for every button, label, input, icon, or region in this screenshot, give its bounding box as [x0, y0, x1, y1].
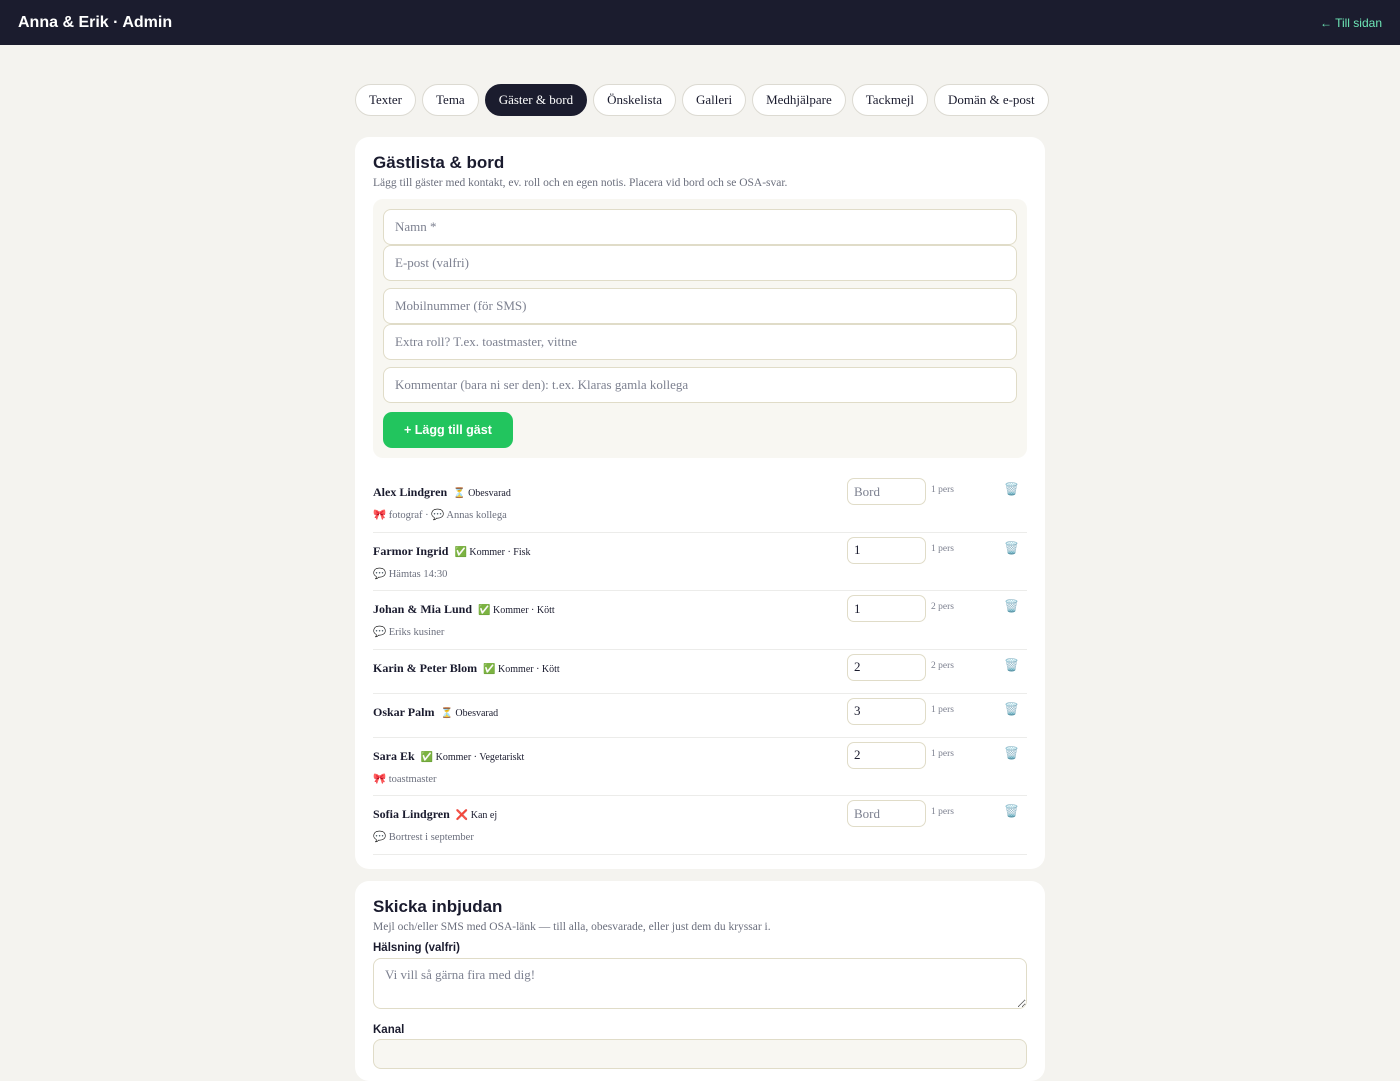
comment-input[interactable] [383, 367, 1017, 403]
delete-guest-icon[interactable]: 🗑️ [1004, 804, 1019, 819]
tab-onskelista[interactable]: Önskelista [593, 84, 676, 116]
tab-tackmejl[interactable]: Tackmejl [851, 84, 928, 116]
guest-row: Sofia Lindgren ❌ Kan ej 💬 Bortrest i sep… [373, 796, 1027, 855]
channel-label: Kanal [373, 1024, 405, 1036]
guest-status: ✅ Kommer · Fisk [454, 546, 531, 558]
guest-name: Sofia Lindgren [373, 807, 450, 821]
guest-details: 🎀 toastmaster [373, 773, 437, 785]
guest-persons: 2 pers [931, 602, 954, 612]
top-bar: Anna & Erik · Admin ← Till sidan [0, 0, 1400, 45]
greeting-label: Hälsning (valfri) [373, 942, 460, 954]
app-title: Anna & Erik · Admin [18, 13, 173, 31]
phone-input[interactable] [383, 288, 1017, 324]
guest-row: Oskar Palm ⏳ Obesvarad 1 pers 🗑️ [373, 694, 1027, 738]
email-input[interactable] [383, 245, 1017, 281]
name-input[interactable] [383, 209, 1017, 245]
guestlist-description: Lägg till gäster med kontakt, ev. roll o… [373, 177, 788, 189]
guest-status: ✅ Kommer · Vegetariskt [420, 751, 525, 763]
table-input[interactable] [847, 536, 926, 564]
guest-status: ✅ Kommer · Kött [483, 663, 560, 675]
guest-list: Alex Lindgren ⏳ Obesvarad 🎀 fotograf · 💬… [373, 474, 1027, 855]
delete-guest-icon[interactable]: 🗑️ [1004, 541, 1019, 556]
delete-guest-icon[interactable]: 🗑️ [1004, 658, 1019, 673]
delete-guest-icon[interactable]: 🗑️ [1004, 482, 1019, 497]
table-input[interactable] [847, 478, 926, 505]
channel-selector[interactable] [373, 1039, 1027, 1069]
guest-row: Sara Ek ✅ Kommer · Vegetariskt 🎀 toastma… [373, 738, 1027, 796]
table-input[interactable] [847, 741, 926, 769]
guest-status: ⏳ Obesvarad [453, 488, 511, 499]
guest-details: 💬 Bortrest i september [373, 832, 474, 843]
guestlist-card: Gästlista & bord Lägg till gäster med ko… [355, 137, 1045, 869]
guest-name: Sara Ek [373, 748, 415, 763]
guest-status: ⏳ Obesvarad [440, 707, 499, 719]
guest-details: 💬 Eriks kusiner [373, 627, 445, 638]
guest-row: Farmor Ingrid ✅ Kommer · Fisk 💬 Hämtas 1… [373, 533, 1027, 591]
guest-persons: 1 pers [931, 704, 954, 715]
tab-doman-epost[interactable]: Domän & e-post [933, 84, 1049, 116]
guest-row: Alex Lindgren ⏳ Obesvarad 🎀 fotograf · 💬… [373, 474, 1027, 533]
greeting-textarea[interactable] [373, 958, 1027, 1009]
delete-guest-icon[interactable]: 🗑️ [1004, 599, 1019, 614]
tab-gaster-bord[interactable]: Gäster & bord [484, 84, 588, 116]
tab-medhjalpare[interactable]: Medhjälpare [752, 84, 846, 116]
guest-name: Karin & Peter Blom [373, 660, 478, 675]
guest-status: ❌ Kan ej [455, 810, 498, 821]
tab-tema[interactable]: Tema [422, 84, 479, 116]
invite-card: Skicka inbjudan Mejl och/eller SMS med O… [355, 881, 1045, 1081]
guest-row: Johan & Mia Lund ✅ Kommer · Kött 💬 Eriks… [373, 591, 1027, 650]
guest-status: ✅ Kommer · Kött [478, 605, 555, 616]
delete-guest-icon[interactable]: 🗑️ [1004, 702, 1019, 717]
back-to-site-link[interactable]: ← Till sidan [1320, 16, 1382, 30]
guest-name: Farmor Ingrid [373, 543, 449, 558]
tab-texter[interactable]: Texter [355, 84, 417, 116]
guest-persons: 1 pers [931, 485, 954, 495]
guest-row: Karin & Peter Blom ✅ Kommer · Kött 2 per… [373, 650, 1027, 694]
add-guest-button[interactable]: + Lägg till gäst [383, 412, 513, 448]
guest-name: Alex Lindgren [373, 485, 448, 499]
guestlist-title: Gästlista & bord [373, 153, 505, 172]
guest-name: Johan & Mia Lund [373, 602, 473, 616]
guest-persons: 1 pers [931, 543, 954, 554]
tab-galleri[interactable]: Galleri [681, 84, 747, 116]
guest-name: Oskar Palm [373, 704, 435, 719]
add-guest-form: + Lägg till gäst [373, 199, 1027, 458]
table-input[interactable] [847, 800, 926, 827]
guest-persons: 2 pers [931, 660, 954, 671]
admin-tabs: Texter Tema Gäster & bord Önskelista Gal… [355, 84, 1049, 116]
guest-details: 🎀 fotograf · 💬 Annas kollega [373, 510, 507, 521]
guest-persons: 1 pers [931, 748, 954, 759]
invite-title: Skicka inbjudan [373, 897, 503, 916]
guest-persons: 1 pers [931, 807, 954, 817]
invite-description: Mejl och/eller SMS med OSA-länk — till a… [373, 921, 771, 933]
guest-details: 💬 Hämtas 14:30 [373, 568, 448, 580]
table-input[interactable] [847, 595, 926, 622]
delete-guest-icon[interactable]: 🗑️ [1004, 746, 1019, 761]
table-input[interactable] [847, 697, 926, 725]
table-input[interactable] [847, 653, 926, 681]
role-input[interactable] [383, 324, 1017, 360]
